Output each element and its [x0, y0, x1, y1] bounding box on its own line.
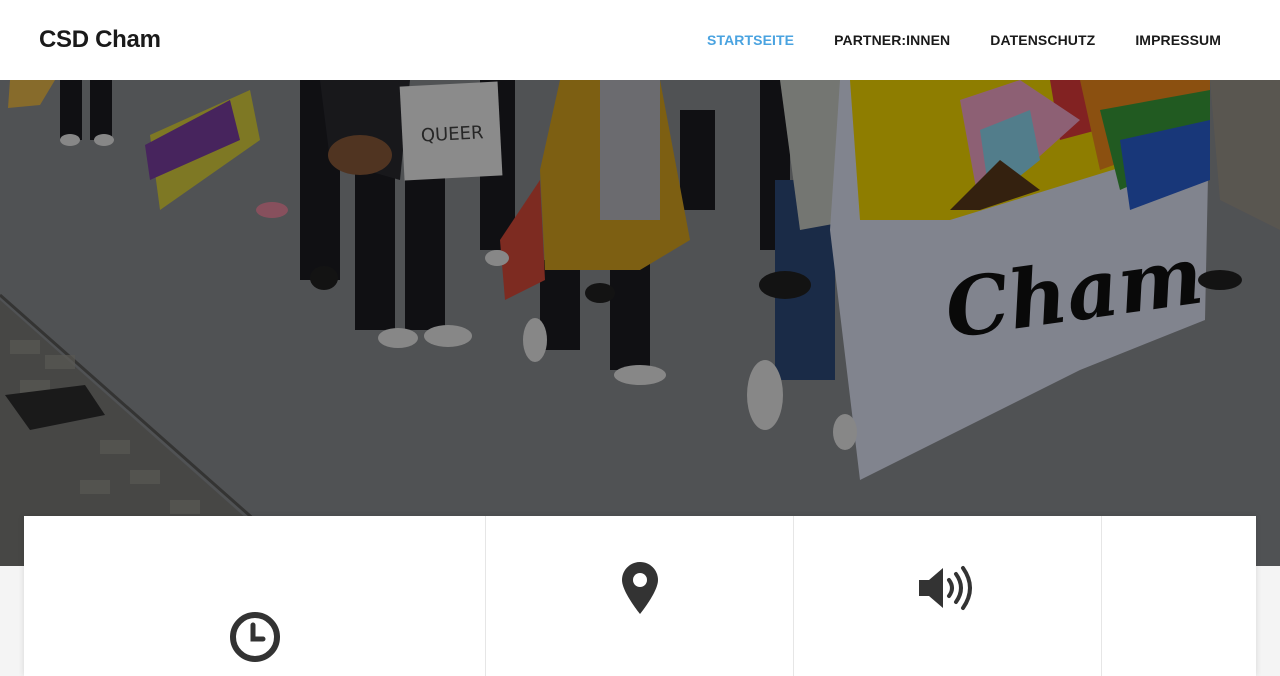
- site-title-link[interactable]: CSD Cham: [39, 26, 161, 54]
- info-card-extra: [1102, 516, 1256, 676]
- map-marker-icon: [621, 562, 658, 614]
- info-card-time: [24, 516, 486, 676]
- hero-image: QUEER Cham: [0, 80, 1280, 566]
- nav-item-startseite[interactable]: STARTSEITE: [707, 32, 794, 48]
- clock-icon: [229, 612, 280, 662]
- nav-item-datenschutz[interactable]: DATENSCHUTZ: [990, 32, 1095, 48]
- nav-item-impressum[interactable]: IMPRESSUM: [1135, 32, 1221, 48]
- hero-overlay: [0, 80, 1280, 566]
- info-cards: [24, 516, 1256, 676]
- main-nav: STARTSEITE PARTNER:INNEN DATENSCHUTZ IMP…: [667, 32, 1221, 48]
- site-header: CSD Cham STARTSEITE PARTNER:INNEN DATENS…: [0, 0, 1280, 80]
- nav-item-partner-innen[interactable]: PARTNER:INNEN: [834, 32, 950, 48]
- volume-icon: [918, 566, 972, 610]
- info-card-audio: [794, 516, 1102, 676]
- info-card-location: [486, 516, 794, 676]
